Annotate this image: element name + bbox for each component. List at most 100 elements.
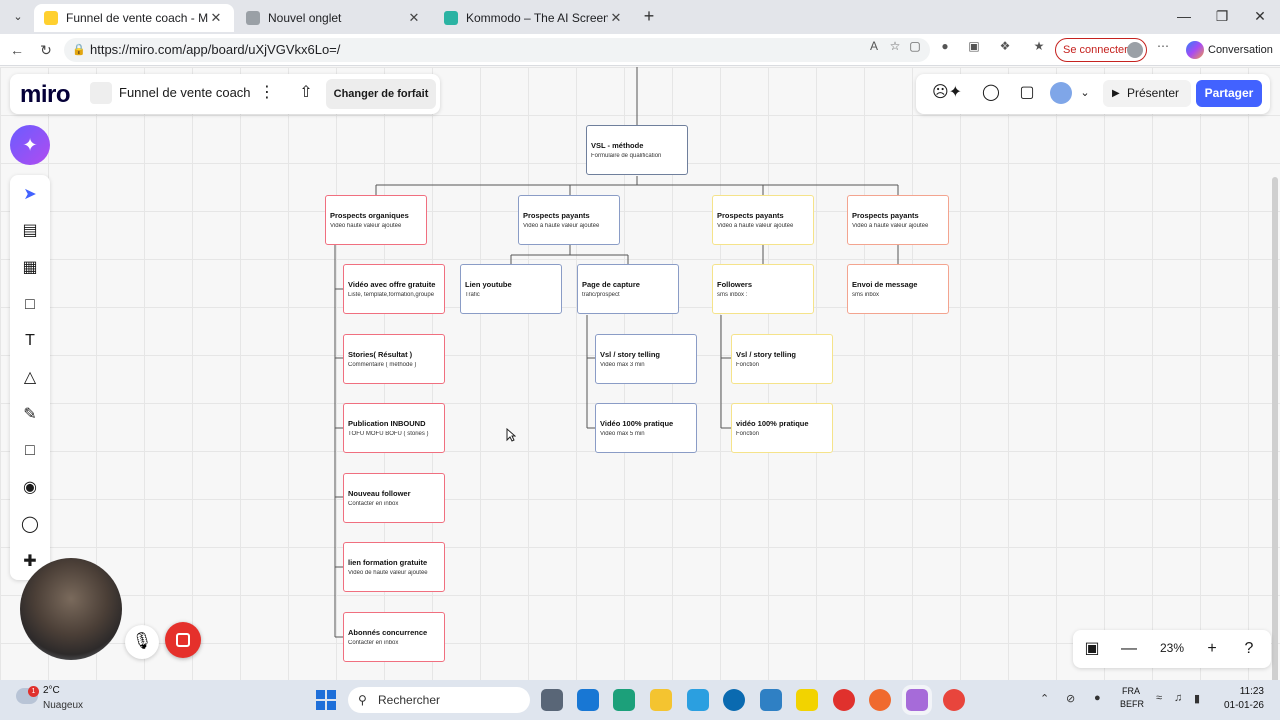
chat-icon[interactable]: ◯ — [18, 513, 42, 537]
reactions-icon[interactable]: ☹✦ — [930, 82, 964, 104]
mindmap-node[interactable]: Prospects organiques Vidéo haute valeur … — [325, 195, 427, 245]
volume-icon[interactable]: ♫ — [1174, 692, 1182, 704]
shapes-icon[interactable]: △ — [18, 366, 42, 390]
video-call-icon[interactable]: ▢ — [1016, 82, 1038, 104]
mindmap-node[interactable]: Vsl / story telling Fonction — [731, 334, 833, 384]
node-subtitle: Vidéo à haute valeur ajoutée — [523, 223, 600, 229]
export-upload-icon[interactable]: ⇧ — [295, 82, 317, 104]
lang-top: FRA — [1122, 686, 1140, 696]
change-plan-button[interactable]: Changer de forfait — [326, 79, 436, 109]
store-icon[interactable] — [577, 689, 599, 711]
palette-icon[interactable]: ◉ — [18, 476, 42, 500]
mindmap-node[interactable]: Nouveau follower Contacter en inbox — [343, 473, 445, 523]
microphone-icon[interactable]: 🎙 — [125, 625, 159, 659]
task-view-icon[interactable] — [541, 689, 563, 711]
edge-browser-icon[interactable] — [613, 689, 635, 711]
node-title: Prospects payants — [852, 211, 919, 220]
node-title: Prospects payants — [717, 211, 784, 220]
mindmap-node[interactable]: Abonnés concurrence Contacter en inbox — [343, 612, 445, 662]
node-title: Prospects organiques — [330, 211, 409, 220]
board-thumbnail[interactable] — [90, 82, 112, 104]
mindmap-node[interactable]: Envoi de message sms inbox — [847, 264, 949, 314]
zoom-level[interactable]: 23% — [1157, 641, 1187, 655]
more-vertical-icon[interactable]: ⋮ — [256, 82, 278, 104]
share-button[interactable]: Partager — [1196, 80, 1262, 107]
help-icon[interactable]: ? — [1238, 638, 1260, 660]
present-button[interactable]: ▶ Présenter — [1103, 80, 1191, 107]
node-subtitle: Commentaire ( méthode ) — [348, 362, 417, 368]
mindmap-node[interactable]: Lien youtube Trafic — [460, 264, 562, 314]
user-avatar[interactable] — [1050, 82, 1072, 104]
ai-sparkle-icon[interactable]: ✦ — [10, 125, 50, 165]
weather-temperature[interactable]: 2°C — [43, 685, 60, 696]
chevron-up-icon[interactable]: ⌃ — [1040, 692, 1049, 705]
sticky-notes-icon[interactable] — [796, 689, 818, 711]
board-name[interactable]: Funnel de vente coach — [119, 85, 251, 100]
opera-icon[interactable] — [833, 689, 855, 711]
node-subtitle: sms inbox : — [717, 292, 748, 298]
windows-start-icon[interactable] — [316, 690, 336, 710]
mindmap-node[interactable]: Vidéo avec offre gratuite Liste, templat… — [343, 264, 445, 314]
weather-app-icon[interactable] — [687, 689, 709, 711]
zoom-controls: ▣ — 23% + ? — [1073, 630, 1271, 668]
microphone-tray-icon[interactable]: ● — [1094, 692, 1101, 704]
select-cursor-icon[interactable]: ➤ — [18, 183, 42, 207]
node-subtitle: Contacter en inbox — [348, 501, 399, 507]
mindmap-node[interactable]: Prospects payants Vidéo à haute valeur a… — [712, 195, 814, 245]
network-off-icon[interactable]: ⊘ — [1066, 692, 1075, 705]
frame-layout-icon[interactable]: ▦ — [18, 256, 42, 280]
node-title: Vidéo avec offre gratuite — [348, 280, 436, 289]
node-title: Vsl / story telling — [736, 350, 797, 359]
mindmap-node[interactable]: Vidéo 100% pratique Vidéo max 5 min — [595, 403, 697, 453]
node-subtitle: Vidéo de haute valeur ajoutée — [348, 570, 428, 576]
file-explorer-icon[interactable] — [650, 689, 672, 711]
node-subtitle: Vidéo max 3 min — [600, 362, 645, 368]
mindmap-node[interactable]: Followers sms inbox : — [712, 264, 814, 314]
recording-app-icon[interactable] — [906, 689, 928, 711]
node-subtitle: Formulaire de qualification — [591, 153, 662, 159]
mindmap-node-root[interactable]: VSL - méthode Formulaire de qualificatio… — [586, 125, 688, 175]
mindmap-node[interactable]: Vsl / story telling Vidéo max 3 min — [595, 334, 697, 384]
mindmap-node[interactable]: Prospects payants Vidéo à haute valeur a… — [847, 195, 949, 245]
mindmap-node[interactable]: vidéo 100% pratique Fonction — [731, 403, 833, 453]
pen-icon[interactable]: ✎ — [18, 403, 42, 427]
hp-icon[interactable] — [723, 689, 745, 711]
system-clock[interactable]: 11:23 01-01-26 — [1218, 685, 1264, 713]
node-subtitle: trafic/prospect — [582, 292, 620, 298]
mindmap-node[interactable]: Stories( Résultat ) Commentaire ( méthod… — [343, 334, 445, 384]
wifi-icon[interactable]: ≈ — [1156, 692, 1162, 704]
chevron-down-icon[interactable]: ⌄ — [1074, 82, 1096, 104]
mouse-cursor-icon — [506, 428, 516, 442]
app-icon[interactable] — [760, 689, 782, 711]
taskbar-search[interactable]: ⚲ Rechercher — [348, 687, 530, 713]
clock-date: 01-01-26 — [1223, 700, 1264, 711]
miro-logo[interactable]: miro — [20, 81, 71, 109]
mindmap-node[interactable]: lien formation gratuite Vidéo de haute v… — [343, 542, 445, 592]
node-subtitle: Contacter en inbox — [348, 640, 399, 646]
weather-description[interactable]: Nuageux — [43, 700, 83, 711]
search-placeholder: Rechercher — [378, 693, 441, 707]
mindmap-node[interactable]: Page de capture trafic/prospect — [577, 264, 679, 314]
node-subtitle: Vidéo max 5 min — [600, 431, 645, 437]
node-title: Page de capture — [582, 280, 640, 289]
mindmap-node[interactable]: Publication INBOUND TOFU MOFU BOFU ( sto… — [343, 403, 445, 453]
input-language[interactable]: FRA BEFR — [1120, 685, 1144, 711]
firefox-icon[interactable] — [869, 689, 891, 711]
node-title: Prospects payants — [523, 211, 590, 220]
fit-to-screen-icon[interactable]: ▣ — [1081, 638, 1103, 660]
frame-icon[interactable]: □ — [18, 439, 42, 463]
sticky-note-icon[interactable]: □ — [18, 293, 42, 317]
comments-icon[interactable]: ◯ — [980, 82, 1002, 104]
zoom-out-icon[interactable]: — — [1118, 638, 1140, 660]
stop-recording-button[interactable] — [165, 622, 201, 658]
battery-icon[interactable]: ▮ — [1194, 692, 1200, 705]
node-subtitle: Liste, template,formation,groupe — [348, 292, 435, 298]
chrome-icon[interactable] — [943, 689, 965, 711]
mindmap-node[interactable]: Prospects payants Vidéo à haute valeur a… — [518, 195, 620, 245]
zoom-in-icon[interactable]: + — [1201, 638, 1223, 660]
text-icon[interactable]: T — [18, 329, 42, 353]
node-subtitle: Vidéo à haute valeur ajoutée — [717, 223, 794, 229]
node-title: Nouveau follower — [348, 489, 411, 498]
node-title: Publication INBOUND — [348, 419, 426, 428]
templates-icon[interactable]: ▤ — [18, 219, 42, 243]
